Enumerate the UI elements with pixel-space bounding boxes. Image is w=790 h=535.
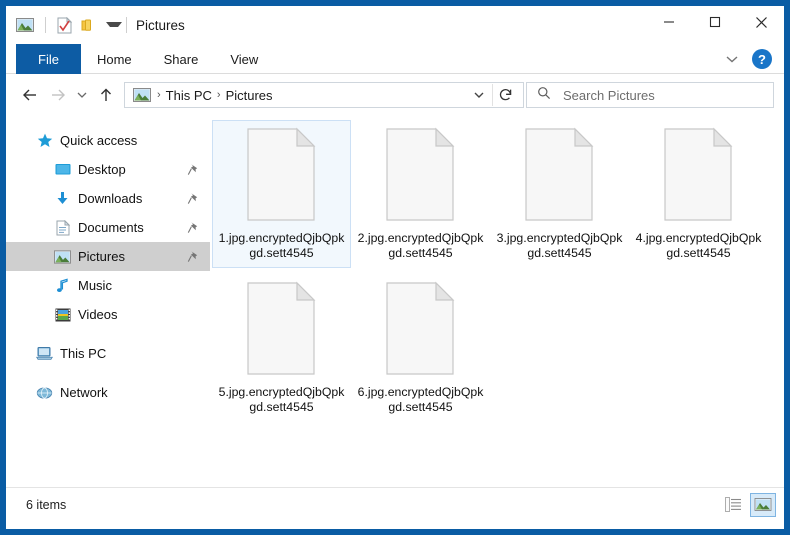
close-button[interactable]	[738, 6, 784, 38]
sidebar-item-this-pc[interactable]: This PC	[6, 339, 210, 368]
qat-separator-1	[45, 17, 46, 33]
breadcrumb-separator-1[interactable]: ›	[155, 89, 163, 101]
window-controls	[646, 6, 784, 38]
pictures-folder-icon[interactable]	[14, 14, 36, 36]
forward-button[interactable]	[44, 81, 72, 109]
music-icon	[54, 277, 71, 294]
sidebar-label-network: Network	[60, 385, 108, 400]
pictures-icon	[54, 248, 71, 265]
new-folder-icon[interactable]	[77, 14, 99, 36]
sidebar-item-downloads[interactable]: Downloads	[6, 184, 210, 213]
blank-document-icon	[245, 127, 319, 223]
navigation-pane: Quick access Desktop Downloads Documents…	[6, 116, 210, 487]
address-bar-right-controls	[466, 83, 519, 107]
sidebar-item-documents[interactable]: Documents	[6, 213, 210, 242]
expand-ribbon-chevron-icon[interactable]	[720, 47, 744, 71]
file-name: 5.jpg.encryptedQjbQpkgd.sett4545	[218, 385, 345, 414]
address-bar[interactable]: › This PC › Pictures	[124, 82, 524, 108]
blank-document-icon	[523, 127, 597, 223]
sidebar-label-documents: Documents	[78, 220, 144, 235]
sidebar-item-music[interactable]: Music	[6, 271, 210, 300]
up-button[interactable]	[92, 81, 120, 109]
file-name: 4.jpg.encryptedQjbQpkgd.sett4545	[635, 231, 762, 260]
downloads-icon	[54, 190, 71, 207]
details-view-button[interactable]	[720, 493, 746, 517]
star-icon	[36, 132, 53, 149]
explorer-body: Quick access Desktop Downloads Documents…	[6, 116, 784, 487]
window-title: Pictures	[136, 17, 185, 33]
status-bar: 6 items	[6, 487, 784, 521]
address-bar-row: › This PC › Pictures Search Pictures	[6, 74, 784, 116]
blank-document-icon	[245, 281, 319, 377]
explorer-window: PC risk.com	[0, 0, 790, 535]
sidebar-label-music: Music	[78, 278, 112, 293]
file-item[interactable]: 2.jpg.encryptedQjbQpkgd.sett4545	[351, 120, 490, 268]
sidebar-item-quick-access[interactable]: Quick access	[6, 126, 210, 155]
sidebar-label-downloads: Downloads	[78, 191, 143, 206]
view-toggle-group	[720, 492, 776, 517]
blank-document-icon	[384, 127, 458, 223]
file-name: 3.jpg.encryptedQjbQpkgd.sett4545	[496, 231, 623, 260]
item-count-label: 6 items	[26, 497, 67, 512]
videos-icon	[54, 306, 71, 323]
minimize-button[interactable]	[646, 6, 692, 38]
sidebar-item-network[interactable]: Network	[6, 378, 210, 407]
breadcrumb-this-pc[interactable]: This PC	[163, 88, 215, 103]
title-bar: Pictures	[6, 6, 784, 44]
file-grid: 1.jpg.encryptedQjbQpkgd.sett4545 2.jpg.e…	[210, 120, 784, 428]
sidebar-label-videos: Videos	[78, 307, 118, 322]
search-input[interactable]: Search Pictures	[526, 82, 774, 108]
address-pictures-icon	[131, 84, 153, 106]
window-client-area: PC risk.com	[6, 6, 784, 529]
maximize-button[interactable]	[692, 6, 738, 38]
recent-locations-button[interactable]	[72, 81, 92, 109]
tab-file[interactable]: File	[16, 44, 81, 74]
pin-icon[interactable]	[186, 250, 200, 264]
file-list-view[interactable]: 1.jpg.encryptedQjbQpkgd.sett4545 2.jpg.e…	[210, 116, 784, 487]
customize-qat-chevron-icon[interactable]	[103, 17, 122, 33]
file-item[interactable]: 5.jpg.encryptedQjbQpkgd.sett4545	[212, 274, 351, 422]
properties-icon[interactable]	[53, 14, 75, 36]
pin-icon[interactable]	[186, 221, 200, 235]
qat-separator-2	[126, 17, 127, 33]
documents-icon	[54, 219, 71, 236]
sidebar-item-pictures[interactable]: Pictures	[6, 242, 210, 271]
blank-document-icon	[662, 127, 736, 223]
breadcrumb-pictures[interactable]: Pictures	[223, 88, 276, 103]
tab-share[interactable]: Share	[148, 44, 215, 74]
refresh-icon[interactable]	[493, 83, 519, 107]
file-name: 2.jpg.encryptedQjbQpkgd.sett4545	[357, 231, 484, 260]
file-name: 1.jpg.encryptedQjbQpkgd.sett4545	[218, 231, 345, 260]
sidebar-label-pictures: Pictures	[78, 249, 125, 264]
blank-document-icon	[384, 281, 458, 377]
file-item[interactable]: 4.jpg.encryptedQjbQpkgd.sett4545	[629, 120, 768, 268]
address-dropdown-icon[interactable]	[466, 83, 492, 107]
search-placeholder: Search Pictures	[563, 87, 655, 103]
sidebar-item-videos[interactable]: Videos	[6, 300, 210, 329]
sidebar-label-this-pc: This PC	[60, 346, 107, 361]
large-icons-view-button[interactable]	[750, 492, 776, 517]
tab-home[interactable]: Home	[81, 44, 148, 74]
file-item[interactable]: 3.jpg.encryptedQjbQpkgd.sett4545	[490, 120, 629, 268]
sidebar-label-quick-access: Quick access	[60, 133, 138, 148]
network-icon	[36, 384, 53, 401]
sidebar-label-desktop: Desktop	[78, 162, 126, 177]
file-name: 6.jpg.encryptedQjbQpkgd.sett4545	[357, 385, 484, 414]
ribbon-right-controls: ?	[720, 44, 780, 74]
sidebar-item-desktop[interactable]: Desktop	[6, 155, 210, 184]
pin-icon[interactable]	[186, 192, 200, 206]
desktop-icon	[54, 161, 71, 178]
pin-icon[interactable]	[186, 163, 200, 177]
file-item[interactable]: 1.jpg.encryptedQjbQpkgd.sett4545	[212, 120, 351, 268]
this-pc-icon	[36, 345, 53, 362]
search-icon	[537, 86, 551, 105]
help-button[interactable]: ?	[752, 49, 772, 69]
breadcrumb-separator-2[interactable]: ›	[215, 89, 223, 101]
file-item[interactable]: 6.jpg.encryptedQjbQpkgd.sett4545	[351, 274, 490, 422]
back-button[interactable]	[16, 81, 44, 109]
tab-view[interactable]: View	[214, 44, 274, 74]
ribbon-tab-strip: File Home Share View ?	[6, 44, 784, 74]
